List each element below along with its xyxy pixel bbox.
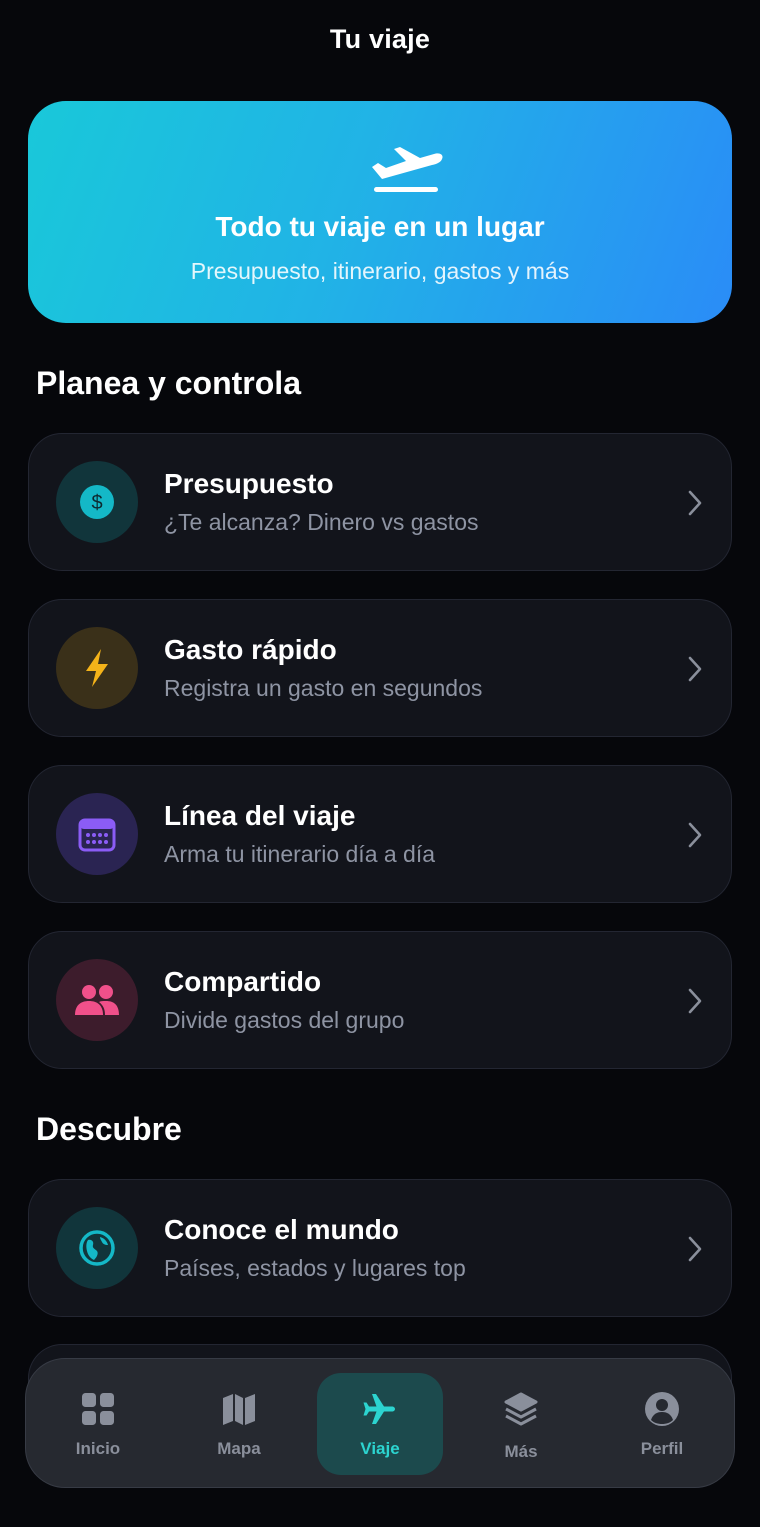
- chevron-right-icon: [688, 822, 702, 848]
- tab-mapa[interactable]: Mapa: [176, 1373, 302, 1475]
- card-presupuesto[interactable]: $ Presupuesto ¿Te alcanza? Dinero vs gas…: [28, 433, 732, 571]
- tab-label: Inicio: [75, 1439, 121, 1458]
- card-icon-bg: [56, 793, 138, 875]
- card-title: Línea del viaje: [164, 800, 356, 831]
- grid-icon: [82, 1393, 114, 1425]
- card-icon-bg: $: [56, 461, 138, 543]
- dollar-coin-icon: $: [80, 485, 114, 519]
- page-title: Tu viaje: [329, 24, 431, 54]
- airplane-takeoff-icon: [372, 147, 443, 192]
- tab-viaje[interactable]: Viaje: [317, 1373, 443, 1475]
- bottom-tab-bar: Inicio Mapa Viaje Más Perfil: [25, 1358, 735, 1488]
- card-conoce-el-mundo[interactable]: Conoce el mundo Países, estados y lugare…: [28, 1179, 732, 1317]
- airplane-icon: [363, 1394, 395, 1424]
- card-title: Conoce el mundo: [164, 1214, 399, 1245]
- profile-icon: [645, 1392, 679, 1426]
- card-title: Compartido: [164, 966, 322, 997]
- card-subtitle: Registra un gasto en segundos: [164, 675, 483, 701]
- hero-banner[interactable]: Todo tu viaje en un lugar Presupuesto, i…: [28, 101, 732, 323]
- group-users-icon: [75, 985, 119, 1015]
- card-linea-del-viaje[interactable]: Línea del viaje Arma tu itinerario día a…: [28, 765, 732, 903]
- tab-perfil[interactable]: Perfil: [599, 1373, 725, 1475]
- card-subtitle: Arma tu itinerario día a día: [164, 841, 436, 867]
- section-title-discover: Descubre: [36, 1111, 182, 1147]
- chevron-right-icon: [688, 490, 702, 516]
- layers-icon: [504, 1392, 538, 1426]
- card-title: Presupuesto: [164, 468, 334, 499]
- tab-label: Viaje: [360, 1439, 400, 1458]
- tab-mas[interactable]: Más: [458, 1373, 584, 1475]
- tab-inicio[interactable]: Inicio: [35, 1373, 161, 1475]
- card-icon-bg: [56, 959, 138, 1041]
- card-subtitle: Países, estados y lugares top: [164, 1255, 466, 1281]
- card-icon-bg: [56, 627, 138, 709]
- lightning-bolt-icon: [86, 649, 108, 687]
- card-compartido[interactable]: Compartido Divide gastos del grupo: [28, 931, 732, 1069]
- chevron-right-icon: [688, 988, 702, 1014]
- tab-label: Más: [504, 1442, 538, 1461]
- card-gasto-rapido[interactable]: Gasto rápido Registra un gasto en segund…: [28, 599, 732, 737]
- tab-label: Mapa: [217, 1439, 261, 1458]
- map-icon: [223, 1394, 255, 1425]
- tab-label: Perfil: [640, 1439, 684, 1458]
- globe-icon: [79, 1230, 115, 1266]
- card-title: Gasto rápido: [164, 634, 337, 665]
- chevron-right-icon: [688, 656, 702, 682]
- card-subtitle: Divide gastos del grupo: [164, 1007, 405, 1033]
- hero-title: Todo tu viaje en un lugar: [215, 211, 545, 242]
- section-title-plan: Planea y controla: [36, 365, 301, 401]
- card-icon-bg: [56, 1207, 138, 1289]
- chevron-right-icon: [688, 1236, 702, 1262]
- card-subtitle: ¿Te alcanza? Dinero vs gastos: [164, 509, 479, 535]
- hero-subtitle: Presupuesto, itinerario, gastos y más: [190, 258, 570, 284]
- svg-text:$: $: [91, 492, 102, 514]
- calendar-icon: [78, 818, 116, 852]
